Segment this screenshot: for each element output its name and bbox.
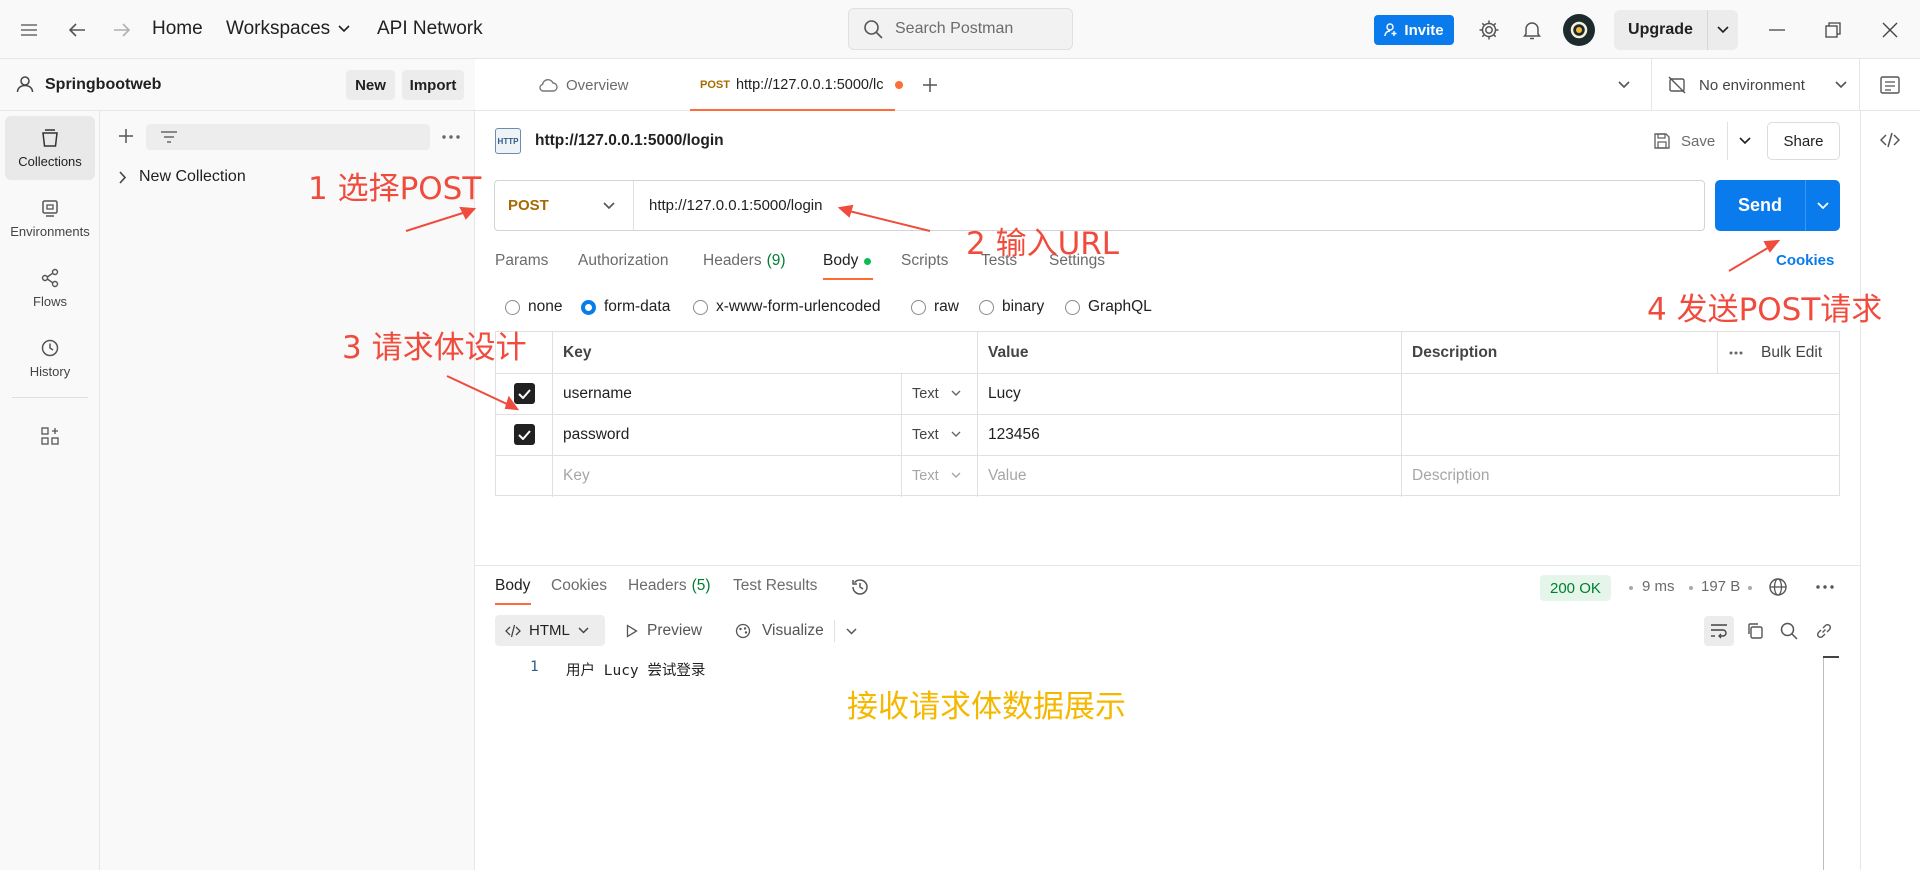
arrow-line-2 <box>848 210 931 232</box>
arrow-head-1 <box>459 206 477 220</box>
arrow-head-3 <box>504 395 520 411</box>
arrow-head-2 <box>837 204 854 218</box>
annotation-arrows <box>405 204 1781 411</box>
arrow-line-3 <box>446 375 510 406</box>
arrow-line-1 <box>405 211 467 232</box>
arrow-line-4 <box>1728 245 1772 272</box>
